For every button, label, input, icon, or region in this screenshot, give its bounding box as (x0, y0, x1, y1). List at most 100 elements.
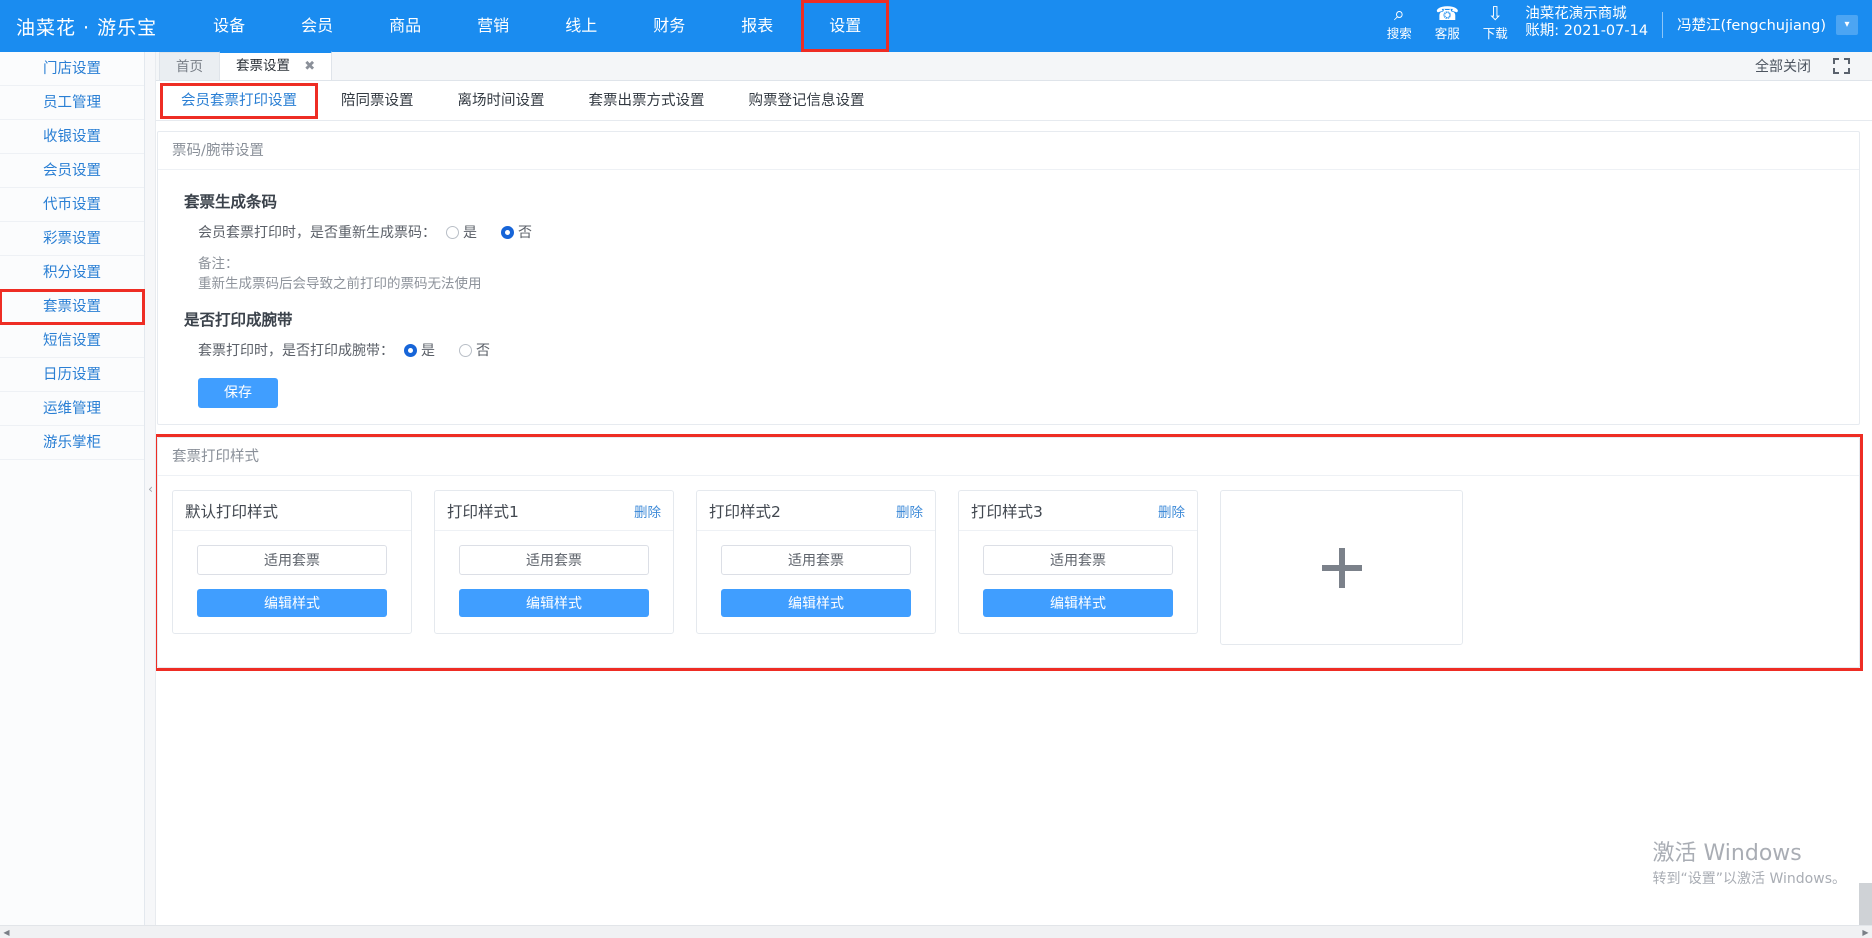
sidebar-item-member-settings[interactable]: 会员设置 (0, 154, 144, 188)
print-styles-header: 套票打印样式 (158, 438, 1859, 476)
wristband-radio-no[interactable]: 否 (459, 340, 490, 360)
tab-home[interactable]: 首页 (159, 52, 220, 80)
customer-service-button[interactable]: ☎ 客服 (1423, 4, 1471, 41)
apply-package-button[interactable]: 适用套票 (721, 545, 911, 575)
sub-tab-bar: 会员套票打印设置 陪同票设置 离场时间设置 套票出票方式设置 购票登记信息设置 (145, 81, 1872, 121)
main-area: 首页 套票设置 ✖ 全部关闭 会员套票打印设置 陪同票设置 离场时间设置 套票出… (145, 51, 1872, 938)
sidebar-item-staff-management[interactable]: 员工管理 (0, 86, 144, 120)
tab-strip: 首页 套票设置 ✖ 全部关闭 (145, 51, 1872, 81)
customer-service-label: 客服 (1434, 26, 1460, 41)
sidebar-item-operations-management[interactable]: 运维管理 (0, 392, 144, 426)
sidebar-item-amusement-manager[interactable]: 游乐掌柜 (0, 426, 144, 460)
scroll-right-arrow-icon[interactable]: ▶ (1859, 928, 1872, 937)
barcode-section-title: 套票生成条码 (184, 193, 278, 211)
delete-style-link[interactable]: 删除 (1158, 501, 1185, 521)
card-title: 打印样式3 (971, 502, 1043, 521)
wristband-radio-yes[interactable]: 是 (404, 340, 435, 360)
delete-style-link[interactable]: 删除 (634, 501, 661, 521)
save-button[interactable]: 保存 (198, 378, 278, 408)
card-title: 打印样式1 (447, 502, 519, 521)
nav-item-reports[interactable]: 报表 (713, 0, 801, 52)
add-print-style-card[interactable] (1220, 490, 1463, 645)
nav-item-finance[interactable]: 财务 (625, 0, 713, 52)
apply-package-button[interactable]: 适用套票 (983, 545, 1173, 575)
close-all-tabs-button[interactable]: 全部关闭 (1755, 56, 1811, 76)
nav-item-members[interactable]: 会员 (273, 0, 361, 52)
shop-info: 油菜花演示商城 账期: 2021-07-14 (1519, 4, 1648, 40)
expand-icon[interactable] (1833, 57, 1850, 74)
vertical-scrollbar-thumb[interactable] (1859, 883, 1872, 925)
sidebar: 门店设置 员工管理 收银设置 会员设置 代币设置 彩票设置 积分设置 套票设置 … (0, 52, 145, 938)
nav-item-settings[interactable]: 设置 (801, 0, 890, 52)
search-button[interactable]: ⌕ 搜索 (1375, 4, 1423, 41)
save-row: 保存 (158, 378, 1859, 408)
print-style-card[interactable]: 打印样式1 删除 适用套票 编辑样式 (434, 490, 674, 634)
chevron-left-icon[interactable]: ‹ (146, 472, 155, 506)
sidebar-item-cashier-settings[interactable]: 收银设置 (0, 120, 144, 154)
nav-item-devices[interactable]: 设备 (185, 0, 273, 52)
wristband-section-title: 是否打印成腕带 (184, 311, 293, 329)
tab-member-package-print-settings[interactable]: 会员套票打印设置 (159, 82, 319, 120)
edit-style-button[interactable]: 编辑样式 (983, 589, 1173, 617)
sidebar-item-calendar-settings[interactable]: 日历设置 (0, 358, 144, 392)
watermark-title: 激活 Windows (1652, 841, 1802, 866)
content-area: 票码/腕带设置 套票生成条码 会员套票打印时，是否重新生成票码： 是 否 备注：… (145, 121, 1872, 938)
tab-companion-ticket-settings[interactable]: 陪同票设置 (319, 82, 436, 120)
edit-style-button[interactable]: 编辑样式 (721, 589, 911, 617)
edit-style-button[interactable]: 编辑样式 (459, 589, 649, 617)
print-style-card[interactable]: 默认打印样式 适用套票 编辑样式 (172, 490, 412, 634)
app-root: 油菜花 · 游乐宝 设备 会员 商品 营销 线上 财务 报表 设置 ⌕ 搜索 ☎… (0, 0, 1872, 938)
sidebar-item-sms-settings[interactable]: 短信设置 (0, 324, 144, 358)
apply-package-button[interactable]: 适用套票 (459, 545, 649, 575)
tab-exit-time-settings[interactable]: 离场时间设置 (436, 82, 567, 120)
ticket-code-wristband-panel: 票码/腕带设置 套票生成条码 会员套票打印时，是否重新生成票码： 是 否 备注：… (157, 131, 1860, 425)
horizontal-scrollbar[interactable]: ◀ ▶ (0, 925, 1872, 938)
barcode-note-label: 备注： (198, 256, 239, 272)
sidebar-item-package-ticket-settings[interactable]: 套票设置 (0, 289, 145, 325)
headset-icon: ☎ (1435, 3, 1460, 25)
tab-purchase-registration-info-settings[interactable]: 购票登记信息设置 (727, 82, 887, 120)
sidebar-item-points-settings[interactable]: 积分设置 (0, 256, 144, 290)
wristband-question-row: 套票打印时，是否打印成腕带： 是 否 (158, 340, 1859, 360)
print-style-card-list: 默认打印样式 适用套票 编辑样式 打印样式1 删除 适用套票 编辑样式 打印样式… (158, 476, 1859, 667)
sidebar-item-lottery-settings[interactable]: 彩票设置 (0, 222, 144, 256)
card-header: 打印样式3 删除 (959, 491, 1197, 531)
apply-package-button[interactable]: 适用套票 (197, 545, 387, 575)
print-styles-panel: 套票打印样式 默认打印样式 适用套票 编辑样式 打印样式1 删除 适用套票 编辑… (157, 437, 1860, 668)
barcode-radio-yes[interactable]: 是 (446, 222, 477, 242)
radio-icon[interactable] (446, 225, 459, 239)
print-style-card[interactable]: 打印样式2 删除 适用套票 编辑样式 (696, 490, 936, 634)
edit-style-button[interactable]: 编辑样式 (197, 589, 387, 617)
sidebar-item-store-settings[interactable]: 门店设置 (0, 52, 144, 86)
nav-item-marketing[interactable]: 营销 (449, 0, 537, 52)
radio-icon-selected[interactable] (501, 225, 514, 239)
tab-package-issue-method-settings[interactable]: 套票出票方式设置 (567, 82, 727, 120)
user-menu[interactable]: 冯楚江(fengchujiang) ▾ (1677, 4, 1858, 35)
wristband-radio-yes-label: 是 (421, 343, 435, 359)
sidebar-collapse-handle[interactable]: ‹ (145, 52, 156, 938)
watermark-subtitle: 转到“设置”以激活 Windows。 (1652, 871, 1846, 887)
account-period: 账期: 2021-07-14 (1525, 23, 1649, 39)
nav-item-online[interactable]: 线上 (537, 0, 625, 52)
radio-icon-selected[interactable] (404, 343, 417, 357)
barcode-question-row: 会员套票打印时，是否重新生成票码： 是 否 (158, 222, 1859, 242)
close-icon[interactable]: ✖ (304, 59, 315, 74)
print-style-card[interactable]: 打印样式3 删除 适用套票 编辑样式 (958, 490, 1198, 634)
card-body: 适用套票 编辑样式 (959, 531, 1197, 633)
scrollbar-track[interactable] (13, 926, 1859, 938)
card-title: 默认打印样式 (185, 502, 279, 521)
tab-package-ticket-settings[interactable]: 套票设置 ✖ (219, 51, 333, 80)
chevron-down-icon[interactable]: ▾ (1836, 14, 1858, 35)
radio-icon[interactable] (459, 343, 472, 357)
nav-item-products[interactable]: 商品 (361, 0, 449, 52)
sidebar-item-token-settings[interactable]: 代币设置 (0, 188, 144, 222)
download-button[interactable]: ⇩ 下载 (1471, 4, 1519, 41)
tab-strip-actions: 全部关闭 (1755, 51, 1872, 80)
delete-style-link[interactable]: 删除 (896, 501, 923, 521)
barcode-radio-no-label: 否 (518, 225, 532, 241)
top-navigation-bar: 油菜花 · 游乐宝 设备 会员 商品 营销 线上 财务 报表 设置 ⌕ 搜索 ☎… (0, 0, 1872, 52)
top-tool-icons: ⌕ 搜索 ☎ 客服 ⇩ 下载 (1375, 4, 1519, 41)
search-icon: ⌕ (1393, 3, 1405, 25)
barcode-radio-no[interactable]: 否 (501, 222, 532, 242)
scroll-left-arrow-icon[interactable]: ◀ (0, 928, 13, 937)
